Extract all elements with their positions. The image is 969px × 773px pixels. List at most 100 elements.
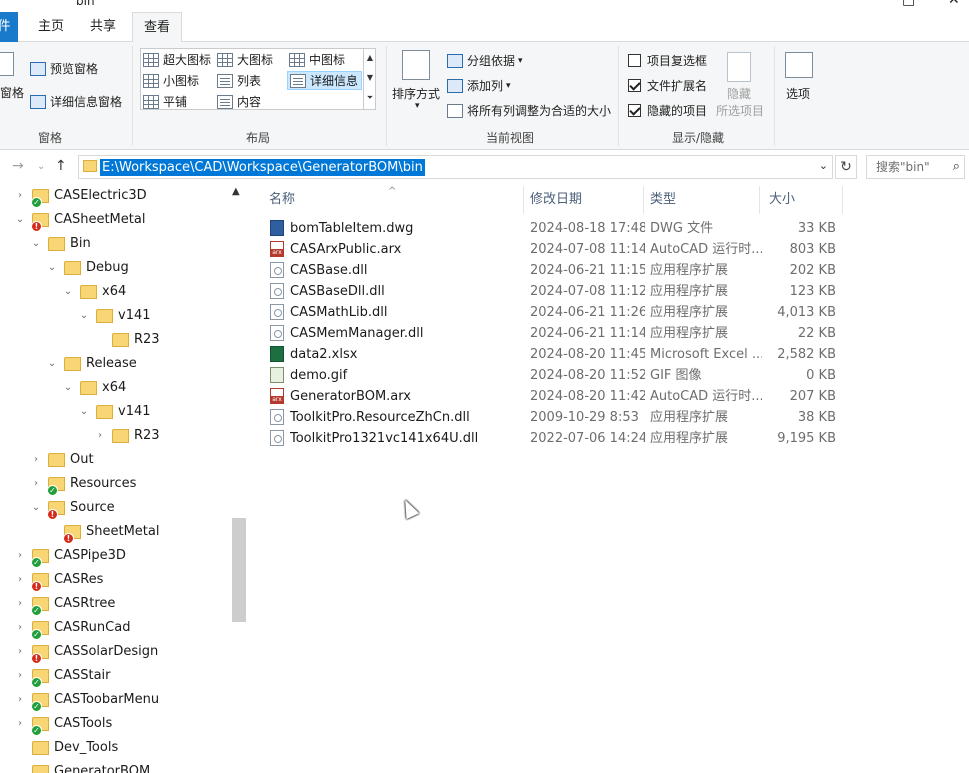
column-header-size[interactable]: 大小 — [758, 186, 843, 214]
chevron-down-icon[interactable]: ⌄ — [47, 256, 57, 280]
navigation-pane-button[interactable]: 窗格 — [0, 84, 24, 101]
hidden-items-toggle[interactable]: 隐藏的项目 — [628, 102, 707, 119]
file-row[interactable]: CASBaseDll.dll 2024-07-08 11:12 应用程序扩展 123 … — [266, 281, 849, 302]
layout-content[interactable]: 内容 — [217, 93, 261, 110]
layout-gallery-scroll[interactable]: ▲ ▼ ⏷ — [363, 48, 376, 110]
tree-item[interactable]: › ✓ CASRtree — [0, 592, 230, 616]
search-box[interactable]: 搜索"bin" ⌕ — [866, 155, 965, 179]
chevron-right-icon[interactable]: › — [15, 544, 25, 568]
hidden-items-checkbox[interactable] — [628, 104, 641, 117]
details-pane-button[interactable]: 详细信息窗格 — [30, 93, 122, 110]
layout-list[interactable]: 列表 — [217, 72, 261, 89]
chevron-down-icon[interactable]: ⌄ — [31, 496, 41, 520]
tree-item[interactable]: › ✓ Resources — [0, 472, 230, 496]
chevron-right-icon[interactable]: › — [15, 688, 25, 712]
chevron-right-icon[interactable]: › — [15, 616, 25, 640]
layout-large-icons[interactable]: 大图标 — [217, 51, 273, 68]
file-row[interactable]: bomTableItem.dwg 2024-08-18 17:48 DWG 文件 33… — [266, 218, 849, 239]
tab-view[interactable]: 查看 — [132, 12, 182, 43]
file-row[interactable]: CASBase.dll 2024-06-21 11:15 应用程序扩展 202 KB — [266, 260, 849, 281]
tree-item[interactable]: › ✓ CASStair — [0, 664, 230, 688]
file-row[interactable]: GeneratorBOM.arx 2024-08-20 11:42 AutoCAD … — [266, 386, 849, 407]
tree-item[interactable]: ⌄ Debug — [0, 256, 230, 280]
chevron-right-icon[interactable]: › — [15, 184, 25, 208]
fit-columns-button[interactable]: 将所有列调整为合适的大小 — [447, 102, 611, 119]
item-checkboxes-toggle[interactable]: 项目复选框 — [628, 52, 707, 69]
file-row[interactable]: CASMathLib.dll 2024-06-21 11:26 应用程序扩展 4,01… — [266, 302, 849, 323]
item-checkboxes-checkbox[interactable] — [628, 54, 641, 67]
tree-item[interactable]: ⌄ v141 — [0, 400, 230, 424]
file-row[interactable]: demo.gif 2024-08-20 11:52 GIF 图像 0 KB — [266, 365, 849, 386]
chevron-down-icon[interactable]: ⌄ — [79, 400, 89, 424]
layout-medium-icons[interactable]: 中图标 — [289, 51, 345, 68]
tab-file[interactable]: 件 — [0, 12, 18, 42]
column-header-type[interactable]: 类型 — [639, 186, 760, 214]
tree-scroll-up-icon[interactable]: ▲ — [232, 186, 240, 197]
chevron-down-icon[interactable]: ⌄ — [47, 352, 57, 376]
group-by-button[interactable]: 分组依据 ▾ — [447, 52, 523, 69]
chevron-down-icon[interactable]: ⌄ — [15, 208, 25, 232]
tree-item[interactable]: › R23 — [0, 424, 230, 448]
chevron-down-icon[interactable]: ⌄ — [63, 280, 73, 304]
tree-item[interactable]: › Out — [0, 448, 230, 472]
tab-share[interactable]: 共享 — [82, 12, 124, 42]
chevron-right-icon[interactable]: › — [95, 424, 105, 448]
file-extensions-toggle[interactable]: 文件扩展名 — [628, 77, 707, 94]
chevron-right-icon[interactable]: › — [15, 592, 25, 616]
layout-tiles[interactable]: 平铺 — [143, 93, 187, 110]
chevron-right-icon[interactable]: › — [31, 448, 41, 472]
tree-item[interactable]: ⌄! Source — [0, 496, 230, 520]
address-bar[interactable]: E:\Workspace\CAD\Workspace\GeneratorBOM\… — [78, 155, 833, 179]
hide-selected-label-2[interactable]: 所选项目 — [716, 102, 764, 119]
file-row[interactable]: CASMemManager.dll 2024-06-21 11:14 应用程序扩展 2… — [266, 323, 849, 344]
close-button[interactable]: ✕ — [948, 0, 960, 8]
file-row[interactable]: ToolkitPro.ResourceZhCn.dll 2009-10-29 8:… — [266, 407, 849, 428]
sort-by-button[interactable]: 排序方式 — [392, 85, 440, 102]
tree-item[interactable]: ✓GeneratorBOM — [0, 760, 230, 773]
tree-item[interactable]: › ✓ CASElectric3D — [0, 184, 230, 208]
tree-item[interactable]: ⌄! CASheetMetal — [0, 208, 230, 232]
address-dropdown-icon[interactable]: ⌄ — [819, 159, 828, 172]
chevron-right-icon[interactable]: › — [31, 472, 41, 496]
maximize-button[interactable]: □ — [902, 0, 915, 8]
tree-item[interactable]: ! SheetMetal — [0, 520, 230, 544]
tree-item[interactable]: ›! CASSolarDesign — [0, 640, 230, 664]
chevron-right-icon[interactable]: › — [15, 640, 25, 664]
tree-item[interactable]: ⌄ x64 — [0, 376, 230, 400]
add-columns-button[interactable]: 添加列 ▾ — [447, 77, 511, 94]
tree-item[interactable]: › ✓ CASToobarMenu — [0, 688, 230, 712]
layout-small-icons[interactable]: 小图标 — [143, 72, 199, 89]
tree-item[interactable]: ›! CASRes — [0, 568, 230, 592]
up-arrow-icon[interactable]: ↑ — [55, 158, 67, 174]
column-header-name[interactable]: ^ 名称 — [258, 186, 524, 214]
tree-item[interactable]: › ✓ CASRunCad — [0, 616, 230, 640]
chevron-right-icon[interactable]: › — [15, 664, 25, 688]
tree-scrollbar-thumb[interactable] — [232, 518, 246, 622]
recent-chevron-icon[interactable]: ⌄ — [37, 161, 45, 172]
file-row[interactable]: ToolkitPro1321vc141x64U.dll 2022-07-06 14… — [266, 428, 849, 449]
tree-item[interactable]: ⌄ v141 — [0, 304, 230, 328]
hide-selected-label-1[interactable]: 隐藏 — [727, 85, 751, 102]
chevron-right-icon[interactable]: › — [15, 712, 25, 736]
chevron-down-icon[interactable]: ⌄ — [79, 304, 89, 328]
tree-item[interactable]: ⌄ Bin — [0, 232, 230, 256]
options-button[interactable]: 选项 — [786, 85, 810, 102]
tree-item[interactable]: R23 — [0, 328, 230, 352]
tree-item[interactable]: ⌄ x64 — [0, 280, 230, 304]
chevron-down-icon[interactable]: ⌄ — [31, 232, 41, 256]
file-extensions-checkbox[interactable] — [628, 79, 641, 92]
layout-details[interactable]: 详细信息 — [287, 71, 363, 90]
back-arrow-icon[interactable]: → — [12, 158, 24, 174]
file-row[interactable]: data2.xlsx 2024-08-20 11:45 Microsoft Exce… — [266, 344, 849, 365]
layout-extra-large-icons[interactable]: 超大图标 — [143, 51, 211, 68]
chevron-right-icon[interactable]: › — [15, 568, 25, 592]
tree-item[interactable]: › ✓ CASTools — [0, 712, 230, 736]
address-path[interactable]: E:\Workspace\CAD\Workspace\GeneratorBOM\… — [100, 159, 425, 176]
tree-item[interactable]: › ✓ CASPipe3D — [0, 544, 230, 568]
file-row[interactable]: CASArxPublic.arx 2024-07-08 11:14 AutoCAD … — [266, 239, 849, 260]
chevron-down-icon[interactable]: ⌄ — [63, 376, 73, 400]
preview-pane-button[interactable]: 预览窗格 — [30, 60, 98, 77]
column-header-date[interactable]: 修改日期 — [519, 186, 644, 214]
tab-home[interactable]: 主页 — [30, 12, 72, 42]
refresh-button[interactable]: ↻ — [835, 155, 857, 179]
